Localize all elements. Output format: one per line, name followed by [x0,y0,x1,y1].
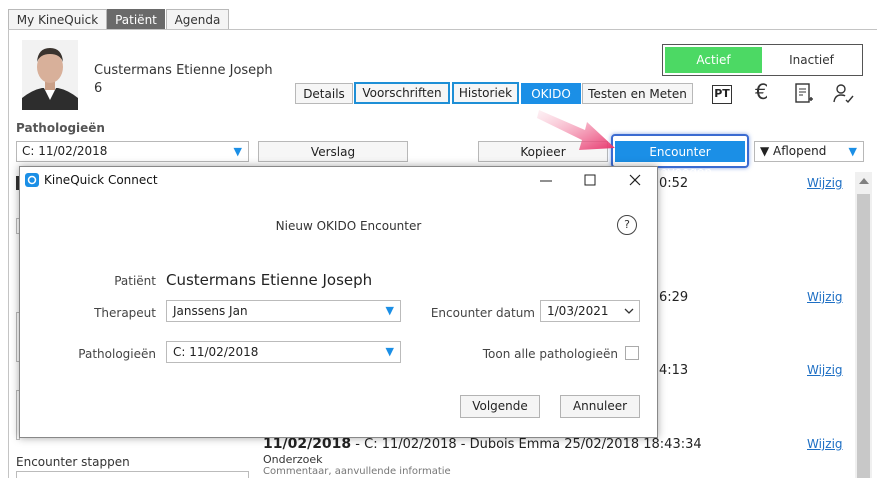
encounter-datum-label: Encounter datum [430,306,535,320]
subtab-historiek[interactable]: Historiek [452,82,519,104]
encounter-steps-field[interactable] [16,471,249,478]
help-icon[interactable]: ? [617,215,637,235]
therapeut-label: Therapeut [94,306,156,320]
tab-agenda[interactable]: Agenda [166,9,229,30]
entry-time: 6:29 [659,290,689,305]
patient-photo [22,40,78,110]
euro-icon[interactable]: € [755,80,768,104]
status-active[interactable]: Actief [665,47,762,73]
scroll-up-icon[interactable] [859,178,869,184]
close-icon[interactable] [628,169,642,193]
chevron-down-icon: ▼ [848,145,857,158]
tab-my-kinequick[interactable]: My KineQuick [8,9,107,30]
patient-label: Patiënt [114,274,156,288]
maximize-icon[interactable] [583,169,597,193]
sort-select[interactable]: ▼ Aflopend ▼ [754,141,864,162]
therapeut-select[interactable]: Janssens Jan ▼ [166,300,401,322]
chevron-down-icon [624,301,634,327]
encounter-datum-picker[interactable]: 1/03/2021 [540,300,640,322]
pathology-select[interactable]: C: 11/02/2018 ▼ [16,141,249,162]
entry-type: Onderzoek [263,453,323,466]
user-check-icon[interactable] [832,82,856,109]
wijzig-link[interactable]: Wijzig [807,363,843,377]
encounter-toevoegen-button[interactable]: Encounter toevoegen [615,141,745,179]
annuleer-button[interactable]: Annuleer [560,395,640,418]
chevron-down-icon: ▼ [385,304,394,317]
encounter-steps-label: Encounter stappen [16,455,130,469]
pt-icon[interactable]: PT [712,85,732,104]
entry-comment: Commentaar, aanvullende informatie [263,466,451,477]
chevron-down-icon: ▼ [385,345,394,358]
entry-details: - C: 11/02/2018 - Dubois Emma 25/02/2018… [351,437,702,452]
document-add-icon[interactable] [794,82,814,109]
scrollbar-thumb[interactable] [857,194,870,478]
status-inactive[interactable]: Inactief [763,47,860,73]
entry-time: 4:13 [659,363,689,378]
dialog-title: KineQuick Connect [44,173,158,187]
sort-select-value: ▼ Aflopend [760,144,827,158]
app-logo-icon [25,173,39,187]
pointer-arrow-icon [537,110,615,150]
entry-date: 11/02/2018 [263,436,352,452]
patient-name: Custermans Etienne Joseph [94,63,273,78]
subtab-voorschriften[interactable]: Voorschriften [354,82,450,104]
patient-value: Custermans Etienne Joseph [166,271,373,289]
okido-encounter-dialog: KineQuick Connect Nieuw OKIDO Encounter … [19,166,658,438]
patient-number: 6 [94,81,103,96]
scrollbar[interactable] [855,172,872,478]
pathologies-heading: Pathologieën [16,121,105,135]
encounter-datum-value: 1/03/2021 [547,304,609,318]
pathology-select-value: C: 11/02/2018 [22,144,108,158]
wijzig-link[interactable]: Wijzig [807,290,843,304]
minimize-icon[interactable] [539,169,553,193]
pathologie-select[interactable]: C: 11/02/2018 ▼ [166,341,401,363]
tab-patient[interactable]: Patiënt [107,9,165,30]
subtab-details[interactable]: Details [295,83,353,104]
pathologie-select-value: C: 11/02/2018 [173,345,259,359]
wijzig-link[interactable]: Wijzig [807,176,843,190]
volgende-button[interactable]: Volgende [460,395,540,418]
verslag-button[interactable]: Verslag [258,141,408,162]
wijzig-link[interactable]: Wijzig [807,437,843,451]
pathologie-label: Pathologieën [78,347,156,361]
chevron-down-icon: ▼ [233,145,242,158]
entry-time: 0:52 [659,176,689,191]
status-toggle[interactable]: Actief Inactief [662,44,863,76]
entry-header: 11/02/2018 - C: 11/02/2018 - Dubois Emma… [263,436,702,452]
toon-alle-label: Toon alle pathologieën [482,347,618,361]
dialog-heading: Nieuw OKIDO Encounter [275,219,422,233]
toon-alle-checkbox[interactable] [625,346,639,360]
therapeut-select-value: Janssens Jan [173,304,248,318]
